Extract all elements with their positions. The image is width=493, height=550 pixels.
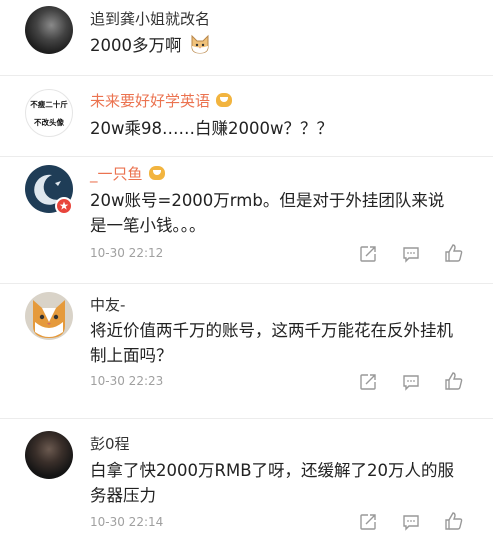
share-icon[interactable]	[358, 244, 378, 264]
timestamp: 10-30 22:23	[90, 374, 164, 388]
comment-text-block: 20w账号=2000万rmb。但是对于外挂团队来说 是一笔小钱。。。	[90, 188, 480, 238]
comment-icon[interactable]	[401, 372, 421, 392]
cat-avatar-icon	[33, 300, 65, 338]
comment-icon[interactable]	[401, 244, 421, 264]
comment-text-line: 白拿了快2000万RMB了呀，还缓解了20万人的服	[90, 461, 455, 480]
separator	[0, 75, 493, 76]
comment-username-wrapper: _一只鱼	[90, 163, 165, 184]
avatar[interactable]	[25, 431, 73, 479]
comment-username[interactable]: 未来要好好学英语	[90, 92, 210, 110]
separator	[0, 283, 493, 284]
cat-face-emoji-icon	[191, 34, 209, 54]
comment-text-line: 制上面吗？	[90, 346, 173, 365]
avatar-caption-line: 不瘦二十斤	[30, 100, 68, 109]
comment-username[interactable]: 追到龚小姐就改名	[90, 8, 210, 29]
comment-text-line: 20w账号=2000万rmb。但是对于外挂团队来说	[90, 191, 445, 210]
like-icon[interactable]	[444, 243, 464, 263]
timestamp: 10-30 22:14	[90, 515, 164, 529]
comment-text-line: 将近价值两千万的账号，这两千万能花在反外挂机	[90, 321, 453, 340]
timestamp: 10-30 22:12	[90, 246, 164, 260]
comment-text-block: 将近价值两千万的账号，这两千万能花在反外挂机 制上面吗？	[90, 318, 480, 368]
avatar-caption-line: 不改头像	[34, 118, 64, 127]
comment-username-wrapper: 未来要好好学英语	[90, 90, 233, 111]
share-icon[interactable]	[358, 372, 378, 392]
avatar[interactable]	[25, 292, 73, 340]
comment-text-line: 是一笔小钱。。。	[90, 216, 206, 235]
comment-icon[interactable]	[401, 512, 421, 532]
verified-badge-icon	[55, 197, 73, 215]
comment-text-block: 白拿了快2000万RMB了呀，还缓解了20万人的服 务器压力	[90, 458, 480, 508]
comment-text-line: 务器压力	[90, 486, 156, 505]
comment-text: 2000多万啊	[90, 36, 182, 55]
avatar[interactable]	[25, 165, 73, 215]
comment-username[interactable]: 彭0程	[90, 433, 130, 454]
vip-badge-icon	[148, 166, 165, 180]
comment-text-wrapper: 2000多万啊	[90, 33, 480, 58]
avatar[interactable]: 不瘦二十斤 不改头像	[25, 89, 73, 137]
avatar[interactable]	[25, 6, 73, 54]
comment-text: 20w乘98……白赚2000w？？？	[90, 119, 333, 138]
separator	[0, 156, 493, 157]
comment-username[interactable]: 中友-	[90, 294, 125, 315]
vip-badge-icon	[216, 93, 233, 107]
comment-username[interactable]: _一只鱼	[90, 165, 143, 183]
like-icon[interactable]	[444, 371, 464, 391]
share-icon[interactable]	[358, 512, 378, 532]
separator	[0, 418, 493, 419]
like-icon[interactable]	[444, 511, 464, 531]
